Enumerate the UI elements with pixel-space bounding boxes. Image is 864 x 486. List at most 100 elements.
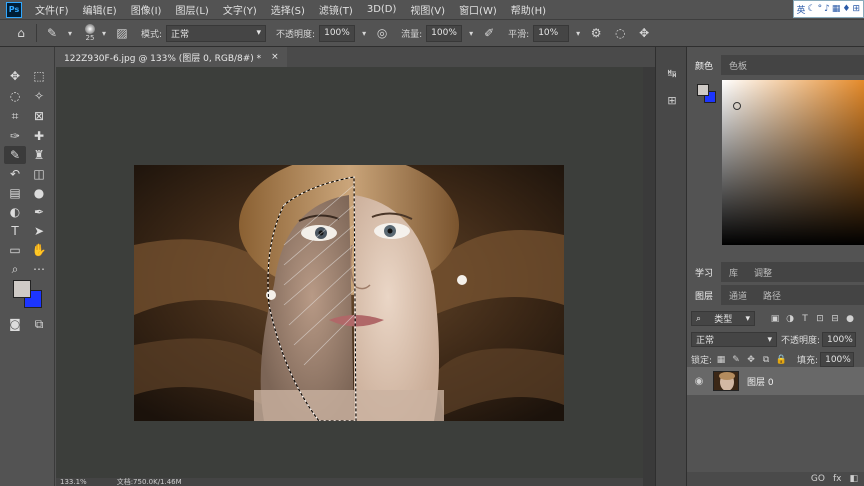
dodge-tool-icon[interactable]: ◐	[4, 203, 26, 221]
mode-select[interactable]: 正常 ▾	[166, 24, 267, 42]
pressure-opacity-icon[interactable]: ◎	[373, 24, 391, 42]
hand-tool-icon[interactable]: ✋	[28, 241, 50, 259]
color-picker-ring[interactable]	[733, 102, 741, 110]
airbrush-icon[interactable]: ✐	[480, 24, 498, 42]
tab-libraries[interactable]: 库	[721, 262, 746, 282]
zoom-tool-icon[interactable]: ⌕	[4, 260, 26, 278]
quick-select-tool-icon[interactable]: ✧	[28, 87, 50, 105]
vertical-scrollbar[interactable]	[643, 67, 655, 486]
filter-shape-icon[interactable]: ⊡	[814, 313, 826, 325]
rectangle-tool-icon[interactable]: ▭	[4, 241, 26, 259]
menu-view[interactable]: 视图(V)	[403, 2, 452, 17]
type-tool-icon[interactable]: T	[4, 222, 26, 240]
link-layers-icon[interactable]: GO	[811, 474, 825, 484]
filter-smart-object-icon[interactable]: ⊟	[829, 313, 841, 325]
brush-tool-icon[interactable]: ✎	[43, 24, 61, 42]
layer-thumbnail[interactable]	[713, 371, 739, 391]
menu-type[interactable]: 文字(Y)	[216, 2, 264, 17]
canvas[interactable]	[56, 67, 643, 478]
tab-swatches[interactable]: 色板	[721, 55, 755, 75]
filter-pixel-icon[interactable]: ▣	[769, 313, 781, 325]
blend-mode-select[interactable]: 正常 ▾	[691, 332, 777, 347]
eraser-tool-icon[interactable]: ◫	[28, 165, 50, 183]
ime-mode-label[interactable]: 英	[797, 3, 806, 16]
mask-icon[interactable]: ◧	[849, 474, 858, 484]
layer-row[interactable]: ◉ 图层 0	[687, 367, 864, 395]
ime-grid-icon[interactable]: ⊞	[852, 4, 860, 14]
ime-moon-icon[interactable]: ☾	[808, 4, 816, 14]
filter-adjustment-icon[interactable]: ◑	[784, 313, 796, 325]
filter-type-icon[interactable]: T	[799, 313, 811, 325]
path-select-tool-icon[interactable]: ➤	[28, 222, 50, 240]
ime-mic-icon[interactable]: ♪	[824, 4, 830, 14]
eyedropper-tool-icon[interactable]: ✑	[4, 127, 26, 145]
fill-field[interactable]: 100%	[820, 352, 855, 367]
tab-learn[interactable]: 学习	[687, 262, 722, 282]
lasso-tool-icon[interactable]: ◌	[4, 87, 26, 105]
brush-preset-picker[interactable]: 25	[85, 24, 95, 42]
layer-opacity-field[interactable]: 100%	[822, 332, 857, 347]
portrait-image[interactable]	[134, 165, 564, 421]
eye-icon[interactable]: ◉	[693, 375, 705, 387]
brush-tool-icon[interactable]: ✎	[4, 146, 26, 164]
ime-toolbar[interactable]: 英 ☾ ° ♪ ▦ ♦ ⊞	[792, 0, 864, 18]
healing-brush-tool-icon[interactable]: ✚	[28, 127, 50, 145]
zoom-level[interactable]: 133.1%	[60, 478, 87, 486]
color-picker-field[interactable]	[722, 80, 864, 245]
menu-filter[interactable]: 滤镜(T)	[312, 2, 360, 17]
menu-edit[interactable]: 编辑(E)	[76, 2, 124, 17]
menu-select[interactable]: 选择(S)	[264, 2, 312, 17]
properties-panel-icon[interactable]: ⊞	[664, 92, 680, 108]
lock-transparent-icon[interactable]: ▦	[715, 354, 727, 366]
menu-3d[interactable]: 3D(D)	[360, 4, 404, 15]
frame-tool-icon[interactable]: ⊠	[28, 107, 50, 125]
filter-toggle-icon[interactable]: ●	[844, 313, 856, 325]
menu-layer[interactable]: 图层(L)	[168, 2, 215, 17]
panel-foreground-swatch[interactable]	[697, 84, 709, 96]
pen-tool-icon[interactable]: ✒	[28, 203, 50, 221]
more-tools-icon[interactable]: ⋯	[28, 260, 50, 278]
chevron-down-icon[interactable]: ▾	[95, 24, 113, 42]
menu-help[interactable]: 帮助(H)	[504, 2, 553, 17]
home-icon[interactable]: ⌂	[12, 24, 30, 42]
tab-paths[interactable]: 路径	[755, 285, 789, 305]
flow-field[interactable]: 100%	[426, 24, 463, 42]
ime-shirt-icon[interactable]: ♦	[842, 4, 850, 14]
history-brush-tool-icon[interactable]: ↶	[4, 165, 26, 183]
history-panel-icon[interactable]: ↹	[664, 65, 680, 81]
quick-mask-icon[interactable]: ◙	[4, 315, 26, 333]
chevron-down-icon[interactable]: ▾	[61, 24, 79, 42]
fx-icon[interactable]: fx	[833, 474, 842, 484]
smoothing-field[interactable]: 10%	[533, 24, 570, 42]
tab-channels[interactable]: 通道	[721, 285, 755, 305]
opacity-field[interactable]: 100%	[319, 24, 356, 42]
move-tool-icon[interactable]: ✥	[4, 67, 26, 85]
crop-tool-icon[interactable]: ⌗	[4, 107, 26, 125]
marquee-tool-icon[interactable]: ⬚	[28, 67, 50, 85]
screen-mode-icon[interactable]: ⧉	[28, 315, 50, 333]
menu-image[interactable]: 图像(I)	[124, 2, 169, 17]
pressure-size-icon[interactable]: ◌	[611, 24, 629, 42]
layer-filter-select[interactable]: ⌕ 类型 ▾	[691, 311, 755, 326]
chevron-down-icon[interactable]: ▾	[462, 24, 480, 42]
blur-tool-icon[interactable]: ●	[28, 184, 50, 202]
document-tab[interactable]: 122Z930F-6.jpg @ 133% (图层 0, RGB/8#) * ×	[56, 47, 287, 67]
lock-image-icon[interactable]: ✎	[730, 354, 742, 366]
tab-color[interactable]: 颜色	[687, 55, 722, 75]
ime-dot-icon[interactable]: °	[818, 4, 823, 14]
menu-window[interactable]: 窗口(W)	[452, 2, 504, 17]
lock-artboard-icon[interactable]: ⧉	[760, 354, 772, 366]
brush-settings-icon[interactable]: ▨	[113, 24, 131, 42]
gear-icon[interactable]: ⚙	[587, 24, 605, 42]
symmetry-icon[interactable]: ✥	[635, 24, 653, 42]
menu-file[interactable]: 文件(F)	[28, 2, 76, 17]
chevron-down-icon[interactable]: ▾	[569, 24, 587, 42]
stamp-tool-icon[interactable]: ♜	[28, 146, 50, 164]
lock-position-icon[interactable]: ✥	[745, 354, 757, 366]
tab-adjustments[interactable]: 调整	[746, 262, 780, 282]
close-icon[interactable]: ×	[271, 52, 279, 62]
layer-name[interactable]: 图层 0	[747, 375, 774, 388]
foreground-color-swatch[interactable]	[13, 280, 31, 298]
tab-layers[interactable]: 图层	[687, 285, 722, 305]
lock-all-icon[interactable]: 🔒	[775, 354, 787, 366]
